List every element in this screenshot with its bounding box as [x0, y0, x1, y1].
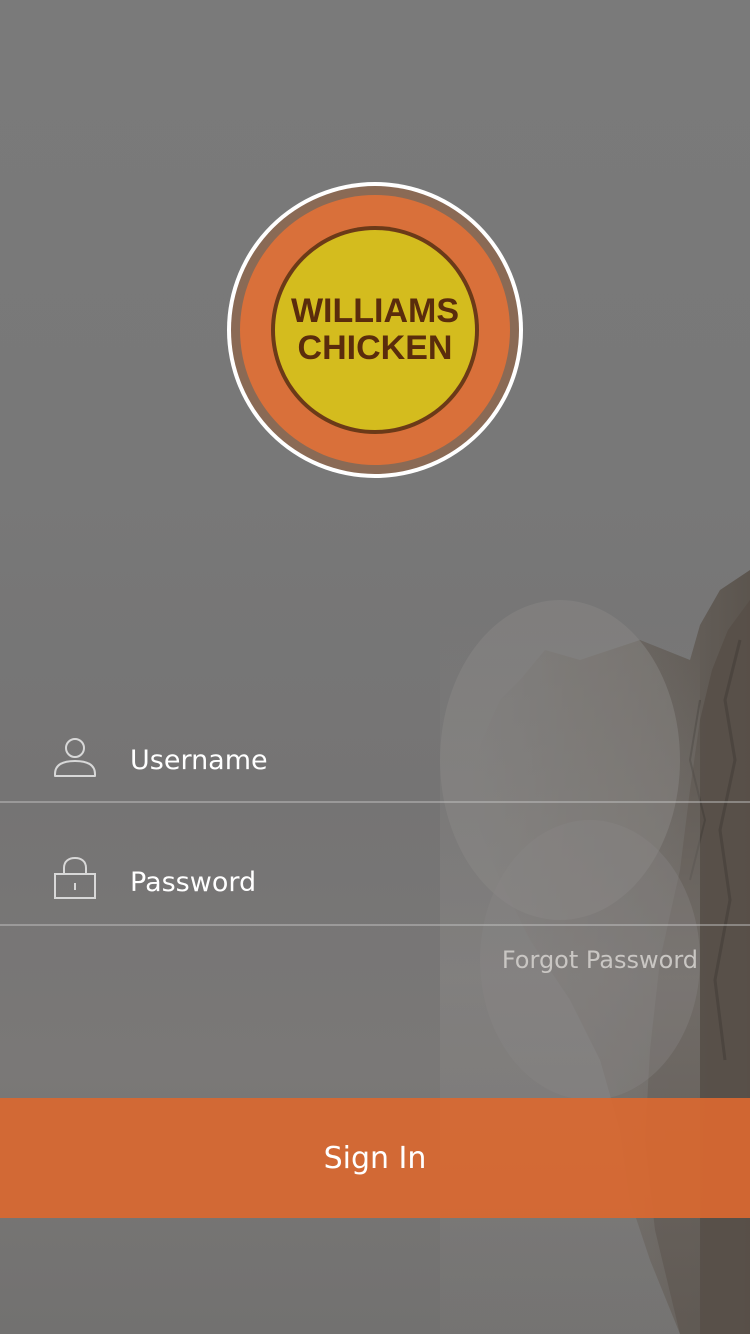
- password-input[interactable]: [130, 860, 690, 904]
- password-divider: [0, 924, 750, 926]
- logo-badge-graphic: [227, 182, 523, 478]
- sign-in-label: Sign In: [323, 1140, 427, 1176]
- lock-icon: [52, 856, 98, 902]
- forgot-password-link[interactable]: Forgot Password: [502, 946, 698, 974]
- sign-in-button[interactable]: Sign In: [0, 1098, 750, 1218]
- username-divider: [0, 801, 750, 803]
- username-input[interactable]: [130, 738, 690, 782]
- user-icon: [52, 736, 98, 782]
- brand-logo: WILLIAMS CHICKEN: [225, 180, 525, 480]
- password-field[interactable]: [0, 804, 750, 924]
- username-field[interactable]: [0, 682, 750, 802]
